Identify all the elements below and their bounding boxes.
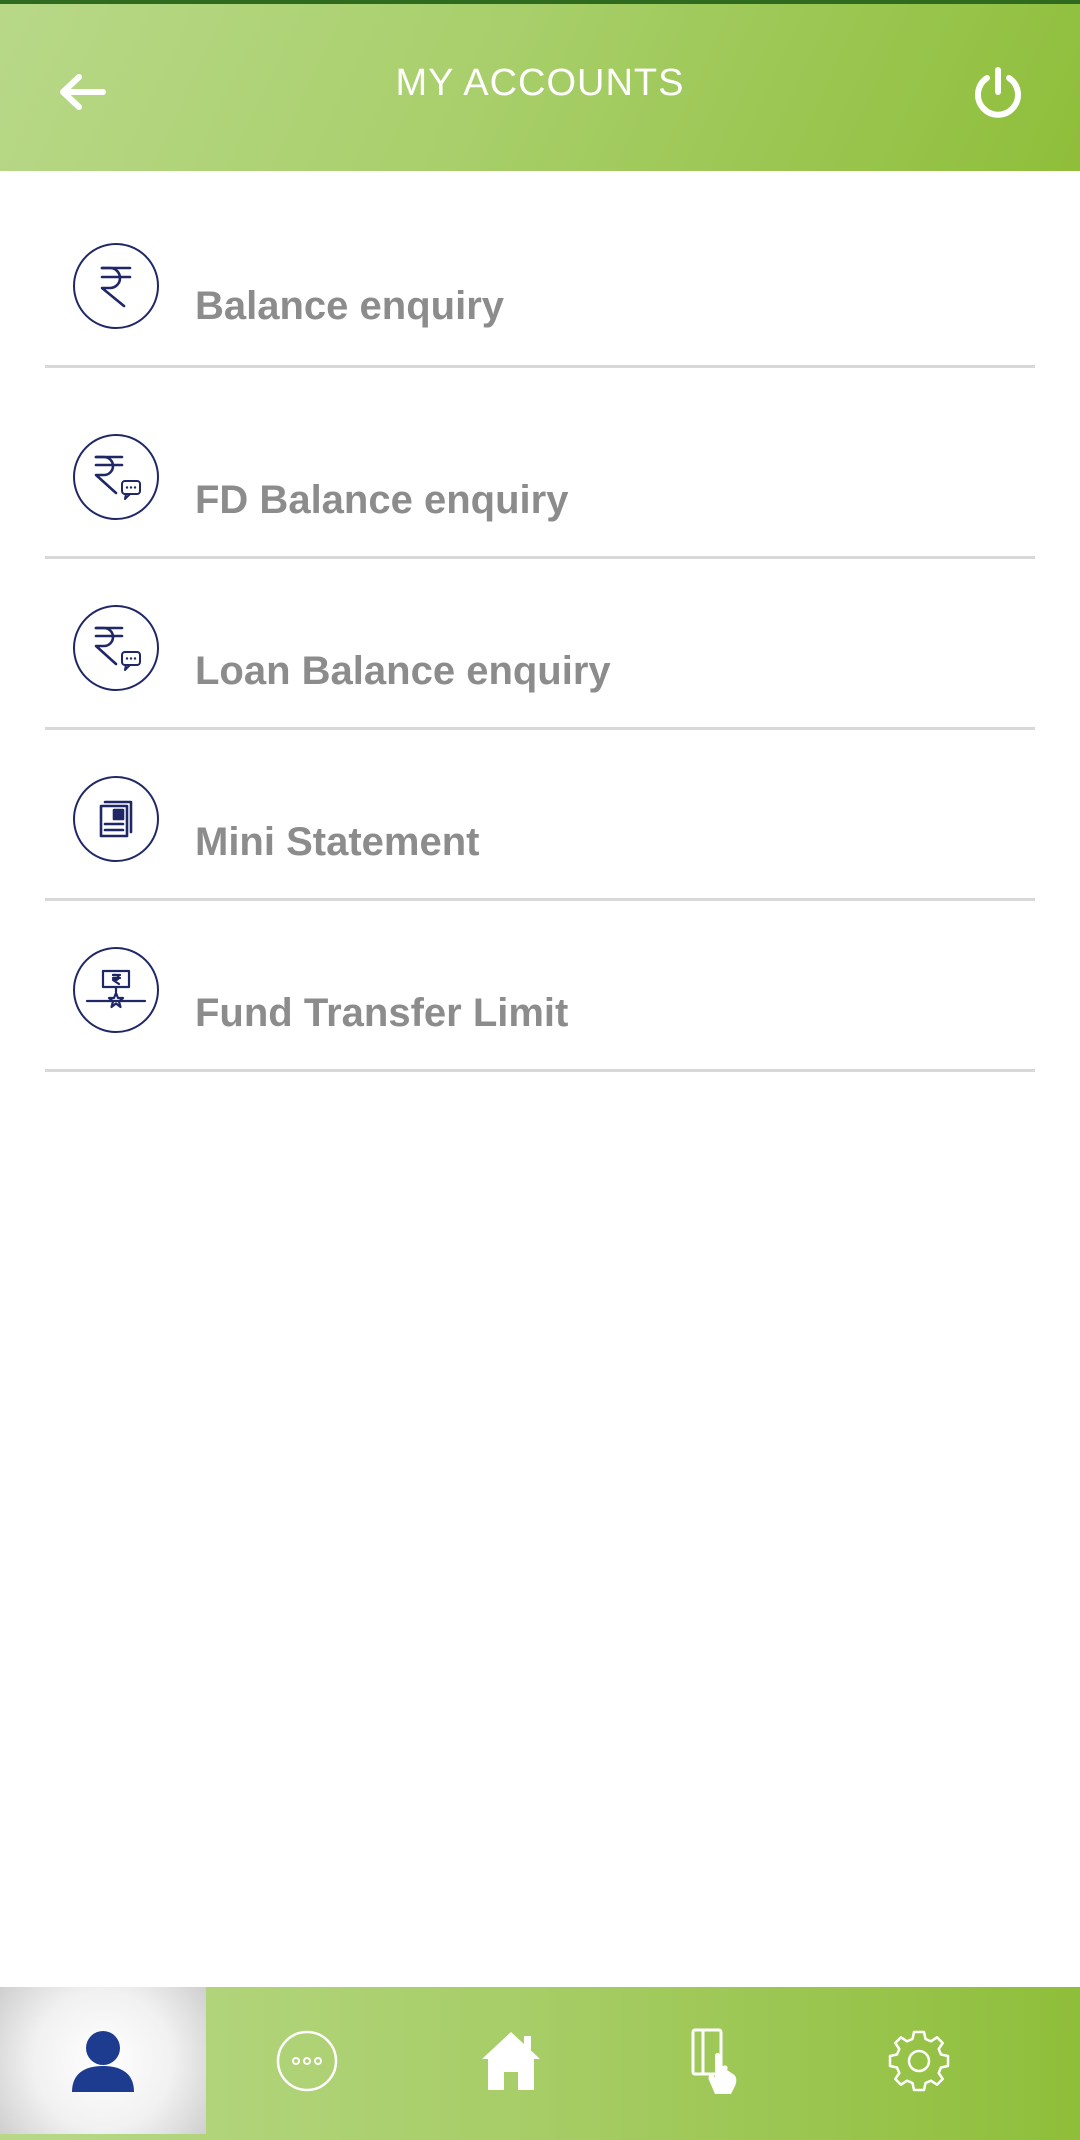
menu-item-loan-balance-enquiry[interactable]: Loan Balance enquiry: [45, 559, 1035, 730]
power-icon: [975, 67, 1021, 118]
menu-item-balance-enquiry[interactable]: Balance enquiry: [45, 171, 1035, 368]
menu-item-mini-statement[interactable]: Mini Statement: [45, 730, 1035, 901]
menu-label: Loan Balance enquiry: [195, 649, 611, 693]
nav-item-settings[interactable]: [816, 1987, 1022, 2134]
user-icon: [72, 2030, 134, 2092]
card-tap-icon: [691, 2028, 737, 2094]
nav-item-cards[interactable]: [612, 1987, 818, 2134]
menu-label: Fund Transfer Limit: [195, 991, 569, 1035]
bottom-nav: [0, 1987, 1080, 2140]
menu-item-fd-balance-enquiry[interactable]: FD Balance enquiry: [45, 368, 1035, 559]
more-icon: [276, 2030, 338, 2091]
page-title: MY ACCOUNTS: [395, 62, 685, 104]
home-icon: [482, 2031, 540, 2090]
rupee-chat-icon: [73, 605, 159, 691]
menu-label: FD Balance enquiry: [195, 478, 569, 522]
logout-button[interactable]: [966, 60, 1030, 124]
menu-label: Balance enquiry: [195, 284, 505, 328]
gear-icon: [888, 2030, 950, 2091]
menu-item-fund-transfer-limit[interactable]: Fund Transfer Limit: [45, 901, 1035, 1072]
rupee-chat-icon: [73, 434, 159, 520]
nav-item-home[interactable]: [408, 1987, 614, 2134]
nav-item-my-accounts[interactable]: [0, 1987, 206, 2134]
transfer-limit-icon: [73, 947, 159, 1033]
app-header: MY ACCOUNTS: [0, 4, 1080, 171]
statement-icon: [73, 776, 159, 862]
rupee-icon: [73, 243, 159, 329]
nav-item-more[interactable]: [204, 1987, 410, 2134]
menu-label: Mini Statement: [195, 820, 480, 864]
